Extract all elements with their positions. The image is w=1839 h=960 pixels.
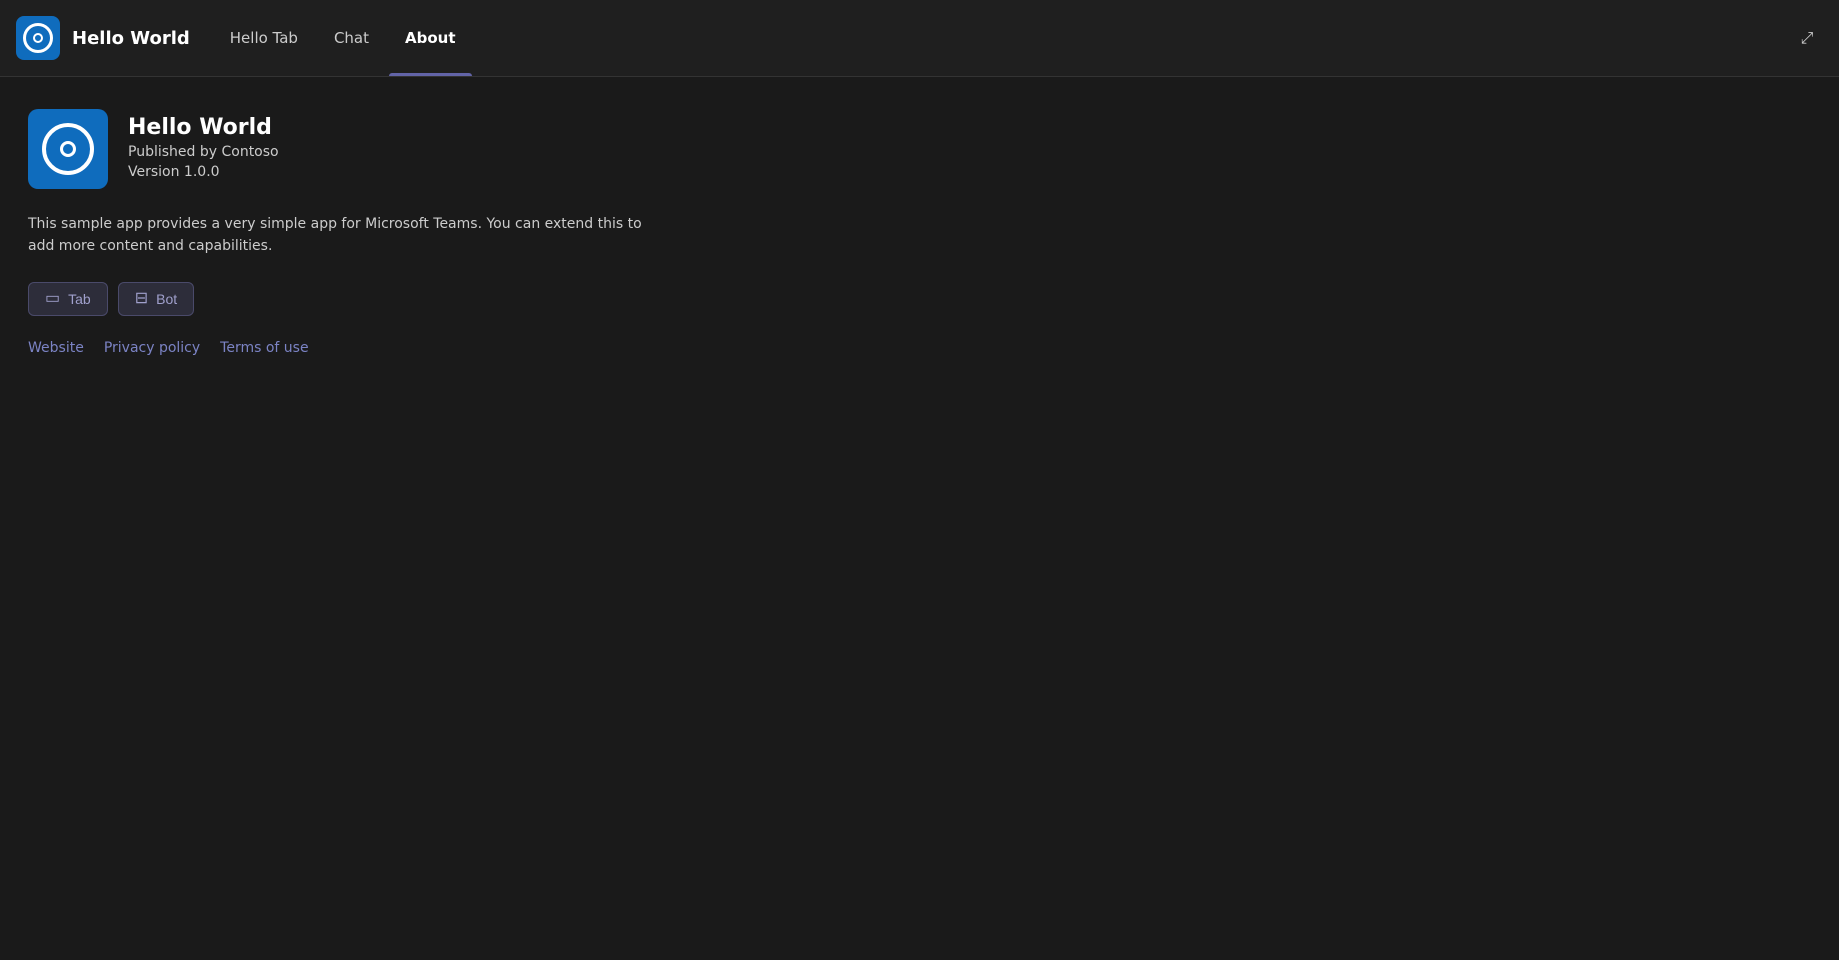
app-version: Version 1.0.0 [128, 164, 279, 180]
app-description: This sample app provides a very simple a… [28, 213, 648, 258]
tab-about[interactable]: About [389, 0, 472, 76]
capability-bot-button[interactable]: ⊟ Bot [118, 282, 194, 316]
nav-tabs: Hello Tab Chat About [214, 0, 472, 76]
app-logo [28, 109, 108, 189]
terms-of-use-link[interactable]: Terms of use [220, 340, 308, 356]
app-info-section: Hello World Published by Contoso Version… [28, 109, 1811, 189]
tab-hello-tab[interactable]: Hello Tab [214, 0, 314, 76]
privacy-policy-link[interactable]: Privacy policy [104, 340, 200, 356]
capability-buttons: ▭ Tab ⊟ Bot [28, 282, 1811, 316]
header: Hello World Hello Tab Chat About ⤢ [0, 0, 1839, 77]
header-app-title: Hello World [72, 28, 190, 49]
app-meta: Hello World Published by Contoso Version… [128, 109, 279, 180]
main-content: Hello World Published by Contoso Version… [0, 77, 1839, 388]
bot-capability-icon: ⊟ [135, 291, 148, 307]
header-right: ⤢ [1791, 22, 1823, 54]
capability-bot-label: Bot [156, 291, 177, 307]
app-name: Hello World [128, 115, 279, 140]
capability-tab-label: Tab [68, 291, 91, 307]
expand-button[interactable]: ⤢ [1791, 22, 1823, 54]
app-icon [16, 16, 60, 60]
tab-chat[interactable]: Chat [318, 0, 385, 76]
tab-capability-icon: ▭ [45, 291, 60, 307]
app-publisher: Published by Contoso [128, 144, 279, 160]
capability-tab-button[interactable]: ▭ Tab [28, 282, 108, 316]
website-link[interactable]: Website [28, 340, 84, 356]
links-section: Website Privacy policy Terms of use [28, 340, 1811, 356]
